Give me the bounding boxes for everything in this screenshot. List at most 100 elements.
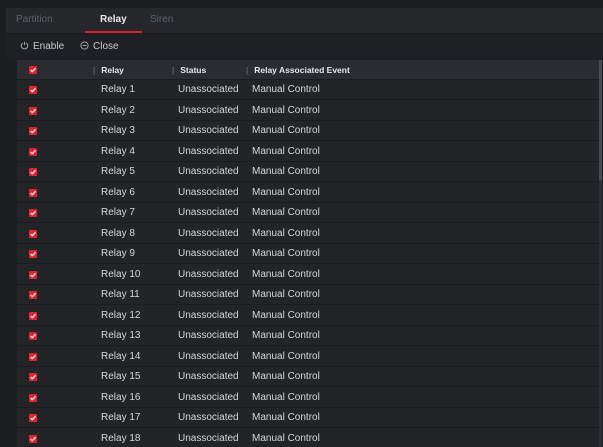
table-scrollbar[interactable]	[599, 60, 602, 447]
row-checkbox[interactable]	[29, 434, 37, 443]
row-checkbox[interactable]	[29, 147, 37, 156]
table-row[interactable]: Relay 1 Unassociated Manual Control	[17, 80, 599, 100]
minus-circle-icon	[80, 38, 89, 56]
relay-name-cell: Relay 15	[101, 371, 141, 382]
event-cell: Manual Control	[252, 166, 320, 177]
row-checkbox[interactable]	[29, 311, 37, 320]
row-checkbox[interactable]	[29, 106, 37, 115]
table-row[interactable]: Relay 13 Unassociated Manual Control	[17, 326, 599, 346]
table-row[interactable]: Relay 2 Unassociated Manual Control	[17, 101, 599, 121]
relay-name-cell: Relay 4	[101, 145, 135, 157]
table-row[interactable]: Relay 11 Unassociated Manual Control	[17, 285, 599, 305]
relay-name-cell: Relay 13	[101, 330, 141, 341]
event-cell: Manual Control	[252, 248, 320, 259]
active-tab-indicator	[85, 31, 142, 33]
event-cell: Manual Control	[252, 186, 320, 198]
table-row[interactable]: Relay 17 Unassociated Manual Control	[17, 408, 599, 428]
status-cell: Unassociated	[178, 166, 239, 177]
table-row[interactable]: Relay 12 Unassociated Manual Control	[17, 306, 599, 326]
row-checkbox[interactable]	[29, 168, 37, 176]
table-row[interactable]: Relay 15 Unassociated Manual Control	[17, 367, 599, 387]
tab-relay[interactable]: Relay	[100, 8, 127, 31]
status-cell: Unassociated	[178, 289, 239, 300]
table-row[interactable]: Relay 4 Unassociated Manual Control	[17, 142, 599, 162]
event-cell: Manual Control	[252, 330, 320, 341]
event-cell: Manual Control	[252, 104, 320, 116]
toolbar: Enable Close	[6, 35, 603, 59]
row-checkbox[interactable]	[29, 188, 37, 197]
column-header-event[interactable]: | Relay Associated Event	[246, 60, 350, 80]
row-checkbox[interactable]	[29, 270, 37, 279]
event-cell: Manual Control	[252, 207, 320, 218]
event-cell: Manual Control	[252, 309, 320, 321]
row-checkbox[interactable]	[29, 209, 37, 217]
table-row[interactable]: Relay 14 Unassociated Manual Control	[17, 347, 599, 367]
table-row[interactable]: Relay 7 Unassociated Manual Control	[17, 203, 599, 223]
close-button[interactable]: Close	[80, 38, 119, 56]
table-row[interactable]: Relay 8 Unassociated Manual Control	[17, 224, 599, 244]
status-cell: Unassociated	[178, 84, 239, 95]
enable-label: Enable	[33, 41, 65, 52]
column-header-relay[interactable]: | Relay	[93, 60, 124, 80]
relay-name-cell: Relay 3	[101, 125, 135, 136]
relay-name-cell: Relay 8	[101, 227, 135, 239]
status-cell: Unassociated	[178, 186, 239, 198]
row-checkbox[interactable]	[29, 86, 37, 94]
tab-bar: Partition Relay Siren	[6, 8, 603, 33]
relay-name-cell: Relay 14	[101, 350, 141, 362]
relay-name-cell: Relay 17	[101, 412, 141, 423]
status-cell: Unassociated	[178, 125, 239, 136]
event-cell: Manual Control	[252, 350, 320, 362]
row-checkbox[interactable]	[29, 229, 37, 238]
row-checkbox[interactable]	[29, 250, 37, 258]
table-row[interactable]: Relay 3 Unassociated Manual Control	[17, 121, 599, 141]
relay-name-cell: Relay 10	[101, 268, 141, 280]
table-row[interactable]: Relay 9 Unassociated Manual Control	[17, 244, 599, 264]
status-cell: Unassociated	[178, 207, 239, 218]
relay-name-cell: Relay 11	[101, 289, 140, 300]
relay-name-cell: Relay 7	[101, 207, 135, 218]
status-cell: Unassociated	[178, 432, 239, 444]
enable-button[interactable]: Enable	[20, 38, 64, 56]
table-row[interactable]: Relay 10 Unassociated Manual Control	[17, 265, 599, 285]
event-cell: Manual Control	[252, 227, 320, 239]
status-cell: Unassociated	[178, 227, 239, 239]
table-row[interactable]: Relay 18 Unassociated Manual Control	[17, 429, 599, 447]
event-cell: Manual Control	[252, 84, 320, 95]
status-cell: Unassociated	[178, 145, 239, 157]
event-cell: Manual Control	[252, 412, 320, 423]
event-cell: Manual Control	[252, 145, 320, 157]
tab-partition[interactable]: Partition	[16, 8, 53, 31]
row-checkbox[interactable]	[29, 393, 37, 402]
relay-name-cell: Relay 16	[101, 391, 141, 403]
status-cell: Unassociated	[178, 330, 239, 341]
relay-table: | Relay | Status | Relay Associated Event R…	[17, 60, 599, 447]
row-checkbox[interactable]	[29, 291, 37, 299]
table-row[interactable]: Relay 16 Unassociated Manual Control	[17, 388, 599, 408]
table-row[interactable]: Relay 5 Unassociated Manual Control	[17, 162, 599, 182]
row-checkbox[interactable]	[29, 373, 37, 381]
status-cell: Unassociated	[178, 391, 239, 403]
event-cell: Manual Control	[252, 432, 320, 444]
column-header-status[interactable]: | Status	[172, 60, 206, 80]
relay-name-cell: Relay 1	[101, 84, 135, 95]
select-all-checkbox[interactable]	[29, 66, 37, 74]
scrollbar-thumb[interactable]	[599, 60, 602, 180]
row-checkbox[interactable]	[29, 352, 37, 361]
event-cell: Manual Control	[252, 289, 320, 300]
status-cell: Unassociated	[178, 268, 239, 280]
row-checkbox[interactable]	[29, 127, 37, 135]
tab-siren[interactable]: Siren	[150, 8, 173, 31]
status-cell: Unassociated	[178, 371, 239, 382]
power-icon	[20, 38, 29, 56]
table-row[interactable]: Relay 6 Unassociated Manual Control	[17, 183, 599, 203]
relay-name-cell: Relay 5	[101, 166, 135, 177]
relay-name-cell: Relay 9	[101, 248, 135, 259]
relay-name-cell: Relay 12	[101, 309, 141, 321]
relay-name-cell: Relay 18	[101, 432, 141, 444]
status-cell: Unassociated	[178, 248, 239, 259]
row-checkbox[interactable]	[29, 332, 37, 340]
event-cell: Manual Control	[252, 268, 320, 280]
close-label: Close	[93, 41, 119, 52]
row-checkbox[interactable]	[29, 414, 37, 422]
